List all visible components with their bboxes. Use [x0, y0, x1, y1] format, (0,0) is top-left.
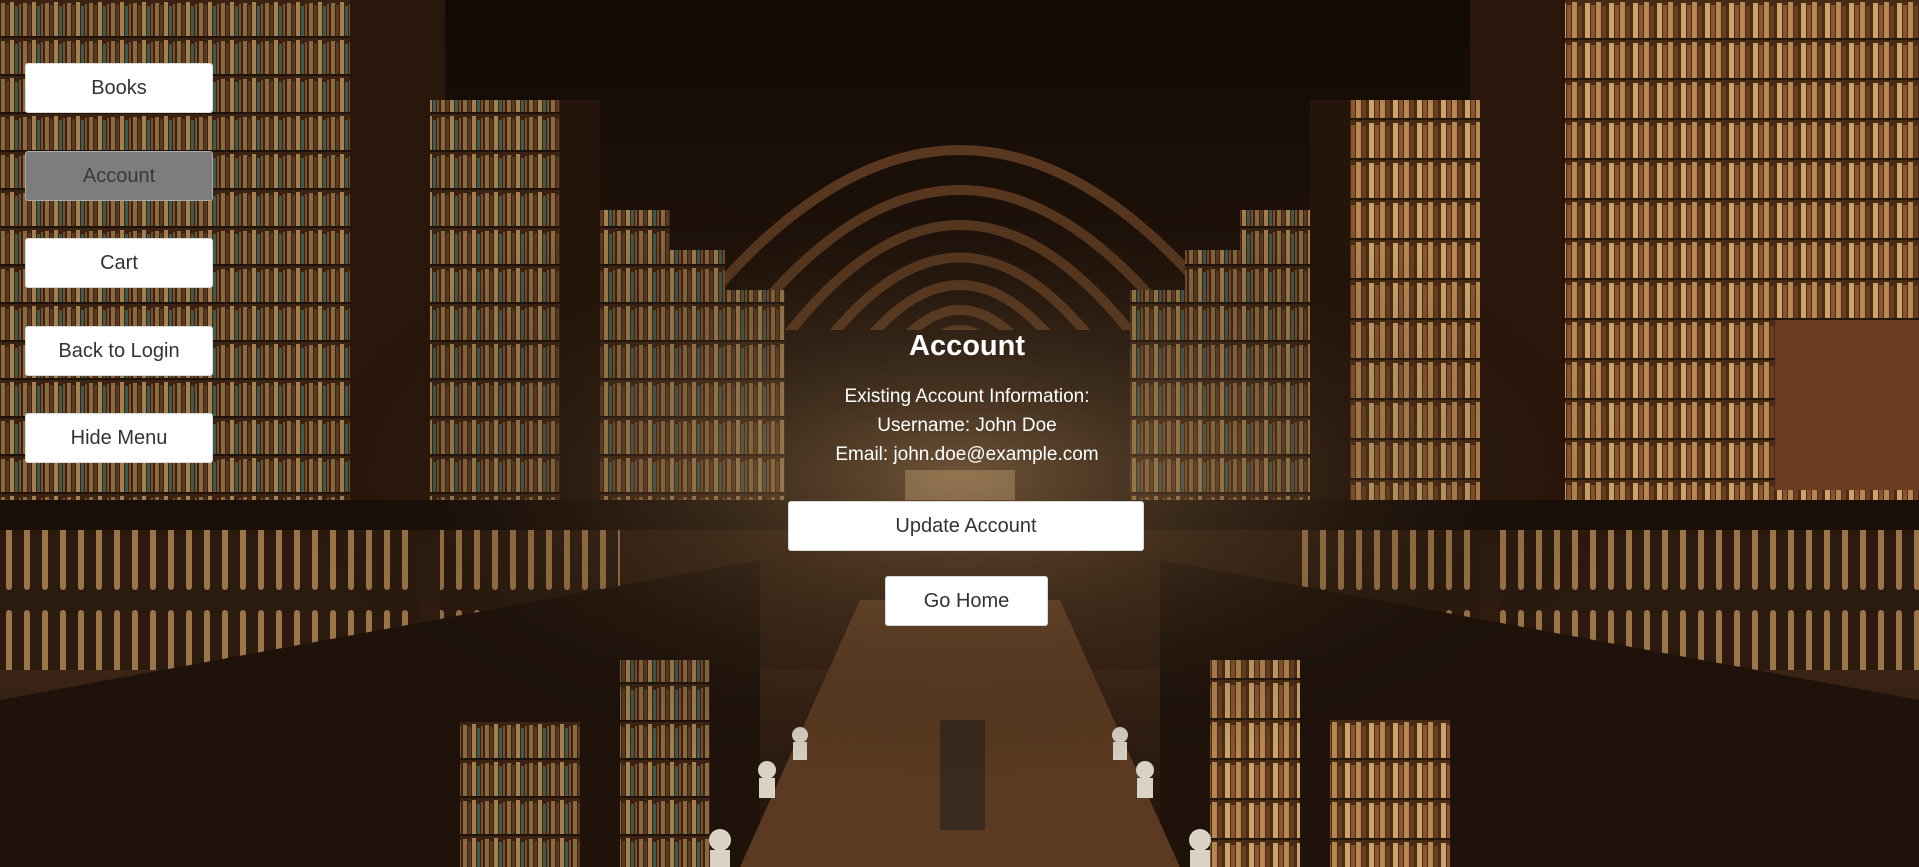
sidebar-item-account[interactable]: Account — [25, 150, 213, 201]
page-title: Account — [909, 330, 1025, 362]
sidebar-item-cart[interactable]: Cart — [25, 238, 213, 288]
account-email: Email: john.doe@example.com — [835, 444, 1099, 465]
go-home-button[interactable]: Go Home — [885, 576, 1048, 626]
account-panel: Account Existing Account Information: Us… — [0, 326, 1919, 469]
page: Books Account Cart Back to Login Hide Me… — [0, 0, 1919, 867]
account-username: Username: John Doe — [877, 415, 1057, 436]
account-info-heading: Existing Account Information: — [844, 386, 1090, 407]
sidebar-item-books[interactable]: Books — [25, 63, 213, 113]
update-account-button[interactable]: Update Account — [788, 501, 1144, 551]
